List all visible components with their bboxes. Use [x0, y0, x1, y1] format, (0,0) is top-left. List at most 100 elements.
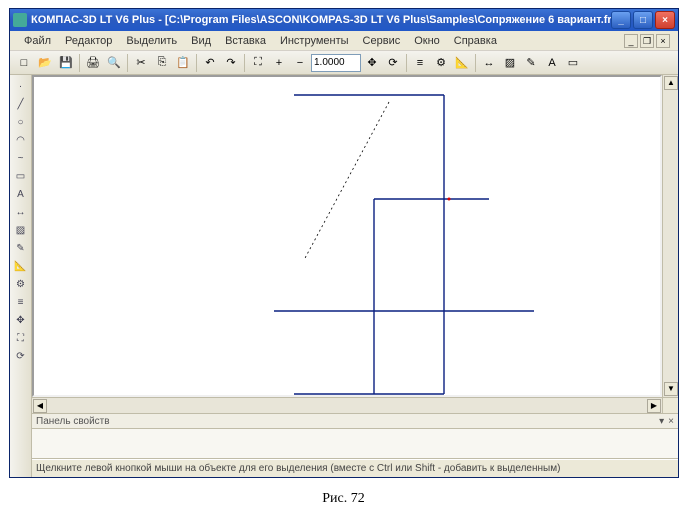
palette-param-button[interactable]: ⚙	[11, 275, 31, 293]
menu-help[interactable]: Справка	[448, 33, 503, 49]
toolbar-separator	[244, 54, 245, 72]
palette-pan-button[interactable]: ✥	[11, 311, 31, 329]
menu-select[interactable]: Выделить	[120, 33, 183, 49]
palette-hatch-button[interactable]: ▨	[11, 221, 31, 239]
layers-icon: ≡	[417, 57, 423, 69]
rect-icon: ▭	[568, 56, 578, 69]
zoom-out-button[interactable]: −	[290, 53, 310, 73]
cut-button[interactable]: ✂	[131, 53, 151, 73]
copy-button[interactable]: ⎘	[152, 53, 172, 73]
minimize-button[interactable]: _	[611, 11, 631, 29]
hatch-icon: ▨	[505, 56, 515, 69]
tb-extra-2[interactable]: ⚙	[431, 53, 451, 73]
redo-icon: ↷	[226, 56, 235, 69]
preview-button[interactable]: 🔍	[104, 53, 124, 73]
palette-zoomfit-button[interactable]: ⛶	[11, 329, 31, 347]
horizontal-scrollbar[interactable]: ◀ ▶	[32, 398, 662, 413]
paste-icon: 📋	[176, 56, 190, 69]
drawing-content	[34, 77, 662, 397]
edit-icon: ✎	[526, 56, 535, 69]
drawing-canvas[interactable]	[32, 75, 662, 397]
palette-layers-button[interactable]: ≡	[11, 293, 31, 311]
scroll-down-button[interactable]: ▼	[664, 382, 678, 396]
menu-editor[interactable]: Редактор	[59, 33, 118, 49]
palette-edit-button[interactable]: ✎	[11, 239, 31, 257]
tb-extra-3[interactable]: 📐	[452, 53, 472, 73]
status-hint: Щелкните левой кнопкой мыши на объекте д…	[36, 463, 560, 474]
zoom-input[interactable]	[311, 54, 361, 72]
canvas-frame: ▲ ▼ ◀ ▶ Панель свойств ▾ ×	[32, 75, 678, 477]
mdi-restore-button[interactable]: ❐	[640, 34, 654, 48]
mdi-minimize-button[interactable]: _	[624, 34, 638, 48]
menu-view[interactable]: Вид	[185, 33, 217, 49]
vertical-scrollbar[interactable]: ▲ ▼	[662, 75, 678, 397]
zoom-fit-icon: ⛶	[254, 56, 262, 69]
zoom-in-button[interactable]: +	[269, 53, 289, 73]
tb-extra-1[interactable]: ≡	[410, 53, 430, 73]
save-button[interactable]: 💾	[56, 53, 76, 73]
preview-icon: 🔍	[107, 56, 121, 69]
dim-icon: ↔	[484, 57, 495, 69]
palette-circle-button[interactable]: ○	[11, 113, 31, 131]
window-controls: _ □ ×	[611, 11, 675, 29]
figure-caption: Рис. 72	[0, 491, 687, 507]
open-button[interactable]: 📂	[35, 53, 55, 73]
new-button[interactable]: □	[14, 53, 34, 73]
scroll-left-button[interactable]: ◀	[33, 399, 47, 413]
maximize-button[interactable]: □	[633, 11, 653, 29]
main-toolbar: □ 📂 💾 🖨 🔍 ✂ ⎘ 📋 ↶ ↷ ⛶ + − ✥ ⟳ ≡ ⚙ 📐 ↔	[10, 51, 678, 75]
toolbar-separator	[475, 54, 476, 72]
tb-extra-8[interactable]: ▭	[563, 53, 583, 73]
menubar: Файл Редактор Выделить Вид Вставка Инстр…	[10, 31, 678, 51]
tb-extra-7[interactable]: A	[542, 53, 562, 73]
properties-panel-title: Панель свойств	[36, 416, 110, 427]
toolbar-separator	[196, 54, 197, 72]
palette-text-button[interactable]: A	[11, 185, 31, 203]
palette-refresh-button[interactable]: ⟳	[11, 347, 31, 365]
print-button[interactable]: 🖨	[83, 53, 103, 73]
redo-button[interactable]: ↷	[221, 53, 241, 73]
scroll-right-button[interactable]: ▶	[647, 399, 661, 413]
menu-insert[interactable]: Вставка	[219, 33, 272, 49]
refresh-button[interactable]: ⟳	[383, 53, 403, 73]
zoom-fit-button[interactable]: ⛶	[248, 53, 268, 73]
zoom-in-icon: +	[276, 57, 282, 69]
copy-icon: ⎘	[158, 56, 167, 69]
properties-panel-body	[32, 429, 678, 459]
menu-file[interactable]: Файл	[18, 33, 57, 49]
palette-point-button[interactable]: ·	[11, 77, 31, 95]
measure-icon: 📐	[455, 56, 469, 69]
refresh-icon: ⟳	[388, 56, 397, 69]
menu-tools[interactable]: Инструменты	[274, 33, 355, 49]
mdi-close-button[interactable]: ×	[656, 34, 670, 48]
palette-line-button[interactable]: ╱	[11, 95, 31, 113]
titlebar: КОМПАС-3D LT V6 Plus - [C:\Program Files…	[10, 9, 678, 31]
pan-icon: ✥	[367, 56, 376, 69]
pan-button[interactable]: ✥	[362, 53, 382, 73]
tb-extra-5[interactable]: ▨	[500, 53, 520, 73]
save-icon: 💾	[59, 56, 73, 69]
paste-button[interactable]: 📋	[173, 53, 193, 73]
open-icon: 📂	[38, 56, 52, 69]
close-button[interactable]: ×	[655, 11, 675, 29]
param-icon: ⚙	[436, 56, 446, 69]
undo-button[interactable]: ↶	[200, 53, 220, 73]
menu-window[interactable]: Окно	[408, 33, 446, 49]
undo-icon: ↶	[205, 56, 214, 69]
palette-rect-button[interactable]: ▭	[11, 167, 31, 185]
canvas-area: ▲ ▼	[32, 75, 678, 397]
palette-arc-button[interactable]: ◠	[11, 131, 31, 149]
scroll-corner	[662, 398, 678, 414]
panel-close-button[interactable]: ×	[668, 416, 674, 427]
palette-spline-button[interactable]: ~	[11, 149, 31, 167]
tb-extra-4[interactable]: ↔	[479, 53, 499, 73]
palette-dim-button[interactable]: ↔	[11, 203, 31, 221]
panel-pin-button[interactable]: ▾	[659, 416, 664, 427]
palette-measure-button[interactable]: 📐	[11, 257, 31, 275]
text-icon: A	[548, 57, 555, 69]
scroll-up-button[interactable]: ▲	[664, 76, 678, 90]
statusbar: Щелкните левой кнопкой мыши на объекте д…	[32, 459, 678, 477]
toolbar-separator	[127, 54, 128, 72]
menu-service[interactable]: Сервис	[357, 33, 407, 49]
tb-extra-6[interactable]: ✎	[521, 53, 541, 73]
